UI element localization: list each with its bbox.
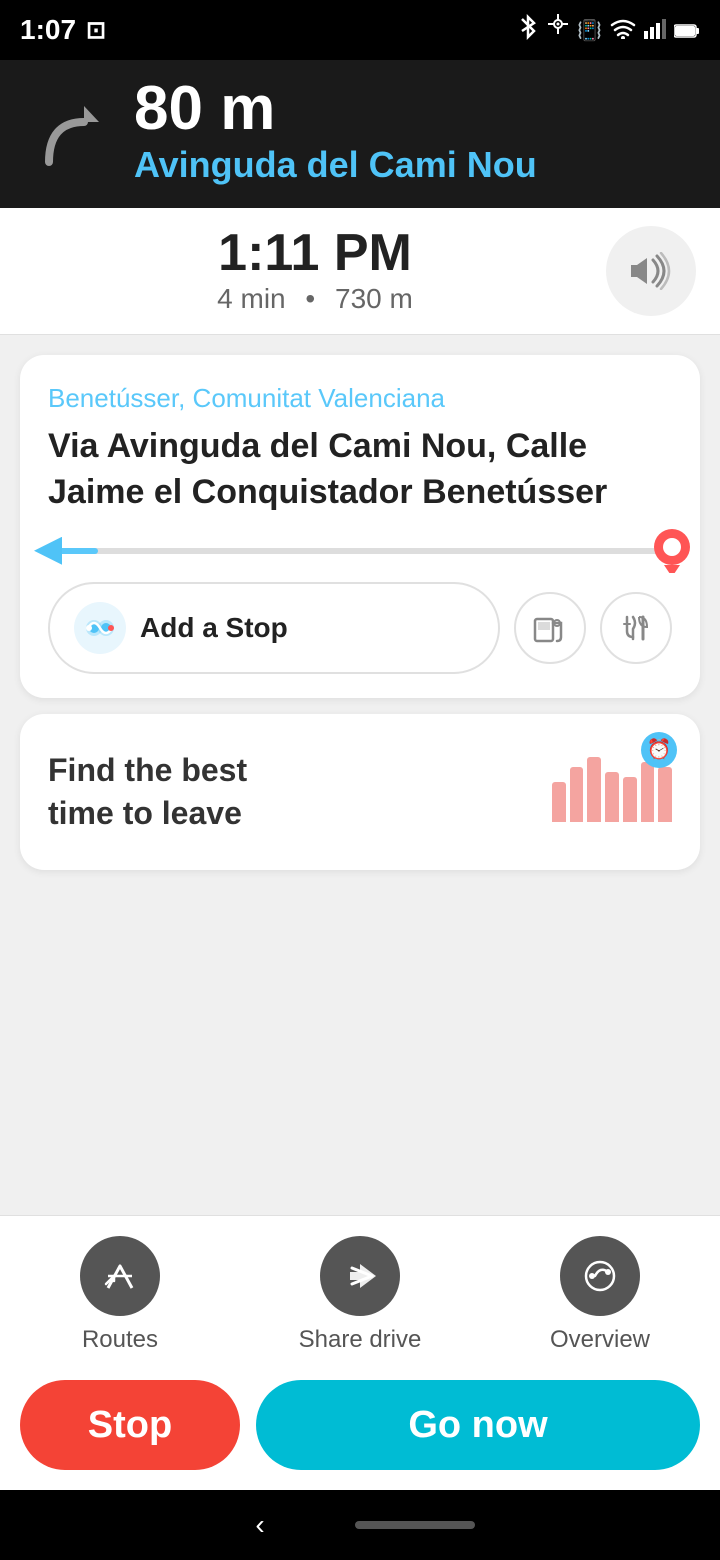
- routes-icon: [80, 1236, 160, 1316]
- status-bar: 1:07 ⊡ 📳: [0, 0, 720, 60]
- status-right: 📳: [517, 14, 700, 47]
- status-left: 1:07 ⊡: [20, 14, 106, 46]
- nav-street: Avinguda del Cami Nou: [134, 144, 537, 186]
- time-chart: ⏰: [552, 742, 672, 842]
- wifi-icon: [610, 14, 636, 46]
- fuel-button[interactable]: [514, 592, 586, 664]
- overview-button[interactable]: Overview: [480, 1236, 720, 1354]
- cta-row: Stop Go now: [0, 1364, 720, 1490]
- dest-region: Benetússer, Comunitat Valenciana: [48, 383, 672, 414]
- home-indicator[interactable]: [355, 1521, 475, 1529]
- add-stop-icon: [74, 602, 126, 654]
- food-button[interactable]: [600, 592, 672, 664]
- share-drive-icon: [320, 1236, 400, 1316]
- turn-arrow-icon: [24, 87, 114, 177]
- best-time-card[interactable]: Find the besttime to leave ⏰: [20, 714, 700, 870]
- add-stop-button[interactable]: Add a Stop: [48, 582, 500, 674]
- routes-label: Routes: [82, 1326, 158, 1354]
- nav-header: 80 m Avinguda del Cami Nou: [0, 60, 720, 208]
- screenshot-icon: ⊡: [86, 16, 106, 45]
- best-time-text: Find the besttime to leave: [48, 749, 247, 835]
- share-drive-button[interactable]: Share drive: [240, 1236, 480, 1354]
- dest-address: Via Avinguda del Cami Nou, Calle Jaime e…: [48, 424, 672, 516]
- route-progress: [48, 548, 672, 554]
- progress-track: [48, 548, 672, 554]
- clock-icon: ⏰: [641, 732, 677, 768]
- stop-button[interactable]: Stop: [20, 1380, 240, 1470]
- nav-distance: 80 m: [134, 78, 537, 140]
- bottom-actions: Routes Share drive: [0, 1215, 720, 1364]
- progress-start-icon: [34, 537, 62, 565]
- destination-card: Benetússer, Comunitat Valenciana Via Avi…: [20, 355, 700, 698]
- nav-info: 80 m Avinguda del Cami Nou: [134, 78, 537, 186]
- bluetooth-icon: [517, 14, 539, 47]
- location-icon: [547, 14, 569, 47]
- signal-icon: [644, 14, 666, 46]
- share-drive-label: Share drive: [299, 1326, 422, 1354]
- eta-bar: 1:11 PM 4 min • 730 m: [0, 208, 720, 335]
- action-row: Add a Stop: [48, 582, 672, 674]
- routes-button[interactable]: Routes: [0, 1236, 240, 1354]
- go-now-button[interactable]: Go now: [256, 1380, 700, 1470]
- back-button[interactable]: ‹: [245, 1499, 274, 1551]
- eta-sub: 4 min • 730 m: [211, 283, 419, 315]
- progress-end-icon: [654, 529, 690, 573]
- vibrate-icon: 📳: [577, 18, 602, 43]
- time-display: 1:07: [20, 14, 76, 46]
- sound-button[interactable]: [606, 226, 696, 316]
- overview-label: Overview: [550, 1326, 650, 1354]
- system-nav-bar: ‹: [0, 1490, 720, 1560]
- overview-icon: [560, 1236, 640, 1316]
- add-stop-label: Add a Stop: [140, 612, 288, 644]
- main-content: Benetússer, Comunitat Valenciana Via Avi…: [0, 335, 720, 1490]
- eta-time: 1:11 PM: [218, 227, 412, 279]
- battery-icon: [674, 14, 700, 46]
